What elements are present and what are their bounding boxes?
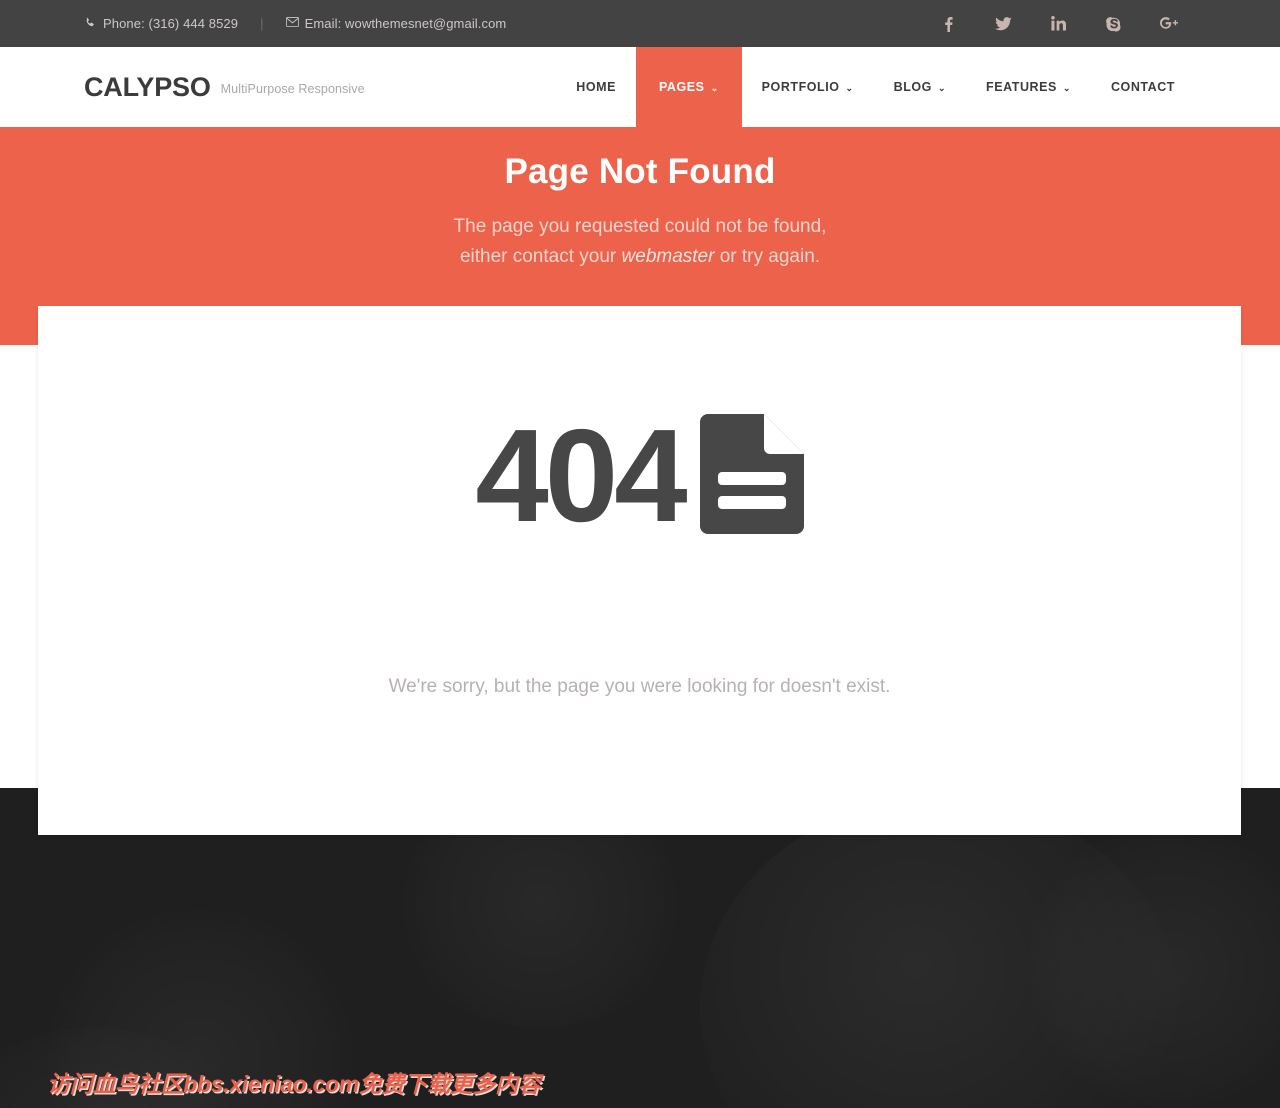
- nav-label-blog: BLOG: [893, 80, 932, 94]
- error-code: 404: [475, 402, 687, 549]
- nav-item-portfolio[interactable]: PORTFOLIO ⌄: [742, 47, 874, 127]
- hero-sub-post: or try again.: [714, 246, 821, 267]
- nav-label-portfolio: PORTFOLIO: [761, 80, 840, 94]
- site-footer: [0, 788, 1280, 1108]
- hero-subtitle-line1: The page you requested could not be foun…: [453, 216, 827, 237]
- nav-label-contact: CONTACT: [1110, 80, 1175, 94]
- hero-sub-webmaster: webmaster: [621, 246, 715, 267]
- top-bar: Phone: (316) 444 8529 | Email: wowthemes…: [0, 0, 1280, 47]
- skype-icon[interactable]: [1086, 0, 1141, 47]
- logo-tagline: MultiPurpose Responsive: [220, 82, 365, 96]
- nav-item-home[interactable]: HOME: [556, 47, 636, 127]
- content-panel: 404 We're sorry, but the page you were l…: [38, 306, 1241, 835]
- chevron-down-icon: ⌄: [845, 82, 854, 93]
- chevron-down-icon: ⌄: [937, 82, 947, 93]
- nav-item-blog[interactable]: BLOG ⌄: [874, 47, 966, 127]
- nav-label-pages: PAGES: [658, 80, 705, 94]
- nav-item-contact[interactable]: CONTACT: [1091, 47, 1195, 127]
- watermark-text: 访问血鸟社区bbs.xieniao.com免费下载更多内容: [47, 1071, 541, 1097]
- linkedin-icon[interactable]: [1031, 0, 1086, 47]
- logo-name: CALYPSO: [84, 71, 211, 102]
- hero-subtitle-line2: either contact your webmaster or try aga…: [0, 242, 1280, 272]
- twitter-icon[interactable]: [976, 0, 1031, 47]
- page-title: Page Not Found: [504, 152, 776, 191]
- site-logo[interactable]: CALYPSO MultiPurpose Responsive: [84, 47, 365, 127]
- email-label: Email: wowthemesnet@gmail.com: [304, 16, 507, 31]
- email-contact[interactable]: Email: wowthemesnet@gmail.com: [285, 16, 507, 31]
- chevron-down-icon: ⌄: [1062, 82, 1071, 93]
- document-file-icon: [699, 413, 804, 539]
- topbar-contact-info: Phone: (316) 444 8529 | Email: wowthemes…: [84, 0, 506, 47]
- phone-icon: [84, 17, 97, 30]
- social-links: [921, 0, 1196, 47]
- googleplus-icon[interactable]: [1141, 0, 1196, 47]
- phone-contact[interactable]: Phone: (316) 444 8529: [84, 16, 238, 31]
- topbar-separator: |: [260, 16, 264, 31]
- facebook-icon[interactable]: [921, 0, 976, 47]
- hero-subtitle: The page you requested could not be foun…: [0, 212, 1280, 272]
- page-root: Phone: (316) 444 8529 | Email: wowthemes…: [0, 0, 1280, 1108]
- envelope-icon: [285, 17, 299, 30]
- nav-item-pages[interactable]: PAGES ⌄: [635, 47, 742, 127]
- error-message: We're sorry, but the page you were looki…: [388, 676, 891, 697]
- main-navigation: HOME PAGES ⌄ PORTFOLIO ⌄ BLOG ⌄ FEATURES…: [556, 47, 1195, 127]
- error-code-row: 404: [475, 402, 804, 549]
- error-block: 404 We're sorry, but the page you were l…: [38, 402, 1241, 698]
- hero-sub-pre: either contact your: [459, 246, 622, 267]
- site-header: CALYPSO MultiPurpose Responsive HOME PAG…: [0, 47, 1280, 127]
- nav-label-features: FEATURES: [986, 80, 1057, 94]
- nav-item-features[interactable]: FEATURES ⌄: [966, 47, 1091, 127]
- nav-label-home: HOME: [576, 80, 616, 94]
- chevron-down-icon: ⌄: [710, 82, 719, 93]
- phone-label: Phone: (316) 444 8529: [103, 16, 239, 31]
